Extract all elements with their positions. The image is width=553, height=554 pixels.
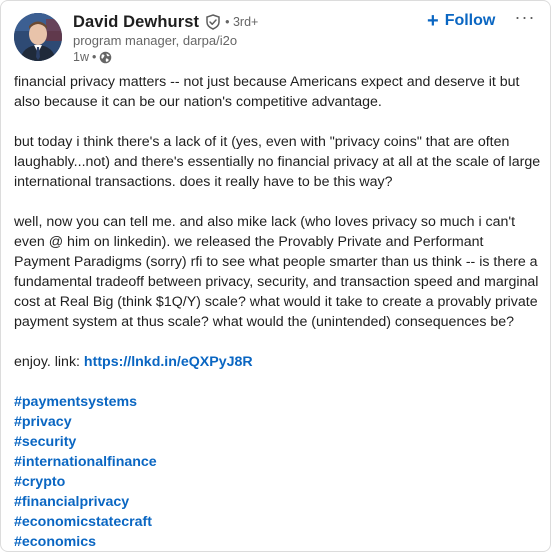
- post-header: David Dewhurst • 3rd+ program manager, d…: [1, 1, 550, 67]
- plus-icon: +: [427, 10, 439, 32]
- post-paragraph-3: well, now you can tell me. and also mike…: [14, 214, 539, 330]
- post-link-line: enjoy. link: https://lnkd.in/eQXPyJ8R: [14, 352, 542, 372]
- hashtag-link[interactable]: #crypto: [14, 472, 542, 492]
- post-paragraph-1: financial privacy matters -- not just be…: [14, 74, 520, 110]
- hashtag-link[interactable]: #financialprivacy: [14, 492, 542, 512]
- follow-button[interactable]: + Follow: [427, 11, 495, 31]
- post-link[interactable]: https://lnkd.in/eQXPyJ8R: [84, 354, 253, 370]
- link-prefix: enjoy. link:: [14, 354, 84, 370]
- meta-separator: •: [91, 50, 97, 64]
- degree-separator: •: [225, 15, 230, 29]
- shield-check-icon: [205, 14, 221, 30]
- more-options-icon[interactable]: ···: [513, 7, 537, 31]
- author-avatar[interactable]: [14, 13, 62, 61]
- hashtag-link[interactable]: #security: [14, 432, 542, 452]
- post-text: financial privacy matters -- not just be…: [14, 72, 542, 551]
- hashtag-link[interactable]: #paymentsystems: [14, 392, 542, 412]
- post-paragraph-2: but today i think there's a lack of it (…: [14, 134, 541, 190]
- hashtag-link[interactable]: #economicstatecraft: [14, 512, 542, 532]
- post-card: David Dewhurst • 3rd+ program manager, d…: [0, 0, 551, 552]
- post-meta: 1w •: [73, 49, 258, 65]
- hashtag-list: #paymentsystems #privacy #security #inte…: [14, 392, 542, 551]
- connection-degree: • 3rd+: [225, 15, 258, 29]
- author-name-row: David Dewhurst • 3rd+: [73, 11, 258, 33]
- post-time[interactable]: 1w: [73, 49, 89, 65]
- follow-label: Follow: [444, 12, 496, 29]
- hashtag-link[interactable]: #economics: [14, 532, 542, 551]
- degree-label: 3rd+: [232, 15, 259, 29]
- author-headline: program manager, darpa/i2o: [73, 33, 238, 48]
- hashtag-link[interactable]: #privacy: [14, 412, 542, 432]
- author-info: David Dewhurst • 3rd+ program manager, d…: [73, 11, 258, 65]
- author-name[interactable]: David Dewhurst: [73, 13, 199, 32]
- globe-icon: [99, 51, 112, 64]
- hashtag-link[interactable]: #internationalfinance: [14, 452, 542, 472]
